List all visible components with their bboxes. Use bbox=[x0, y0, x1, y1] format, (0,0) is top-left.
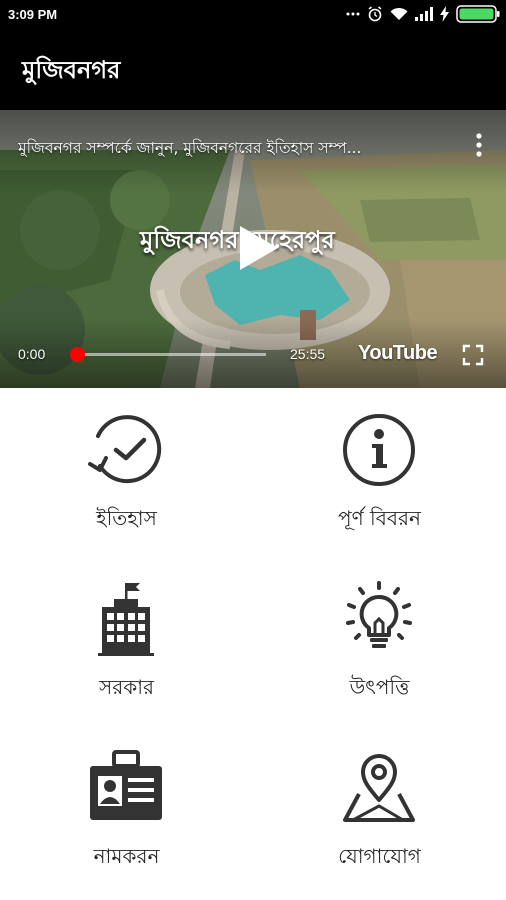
video-progress-knob[interactable] bbox=[70, 347, 85, 362]
signal-icon bbox=[415, 7, 433, 21]
video-progress-bar[interactable] bbox=[76, 353, 266, 356]
video-current-time: 0:00 bbox=[18, 346, 46, 362]
menu-grid: ইতিহাস পূর্ণ বিবরন সরকার উৎপত্তি নামকরন … bbox=[0, 388, 506, 895]
history-clock-icon bbox=[88, 415, 162, 484]
video-player[interactable]: মুজিবনগর সম্পর্কে জানুন, মুজিবনগরের ইতিহ… bbox=[0, 110, 506, 388]
youtube-logo[interactable]: YouTube bbox=[358, 342, 438, 365]
fullscreen-icon[interactable] bbox=[462, 344, 484, 366]
map-pin-icon bbox=[343, 754, 415, 822]
alarm-icon bbox=[368, 6, 382, 22]
info-icon bbox=[343, 414, 415, 486]
menu-item-government[interactable]: সরকার bbox=[0, 557, 253, 726]
play-icon[interactable] bbox=[232, 222, 282, 274]
video-title: মুজিবনগর সম্পর্কে জানুন, মুজিবনগরের ইতিহ… bbox=[18, 139, 362, 157]
menu-item-label: নামকরন bbox=[93, 844, 160, 868]
menu-item-label: পূর্ণ বিবরন bbox=[338, 506, 421, 530]
status-bar: 3:09 PM bbox=[0, 0, 506, 30]
video-total-time: 25:55 bbox=[290, 346, 326, 362]
more-dots-icon bbox=[346, 12, 360, 16]
menu-item-label: সরকার bbox=[98, 675, 154, 699]
id-card-icon bbox=[90, 750, 162, 820]
menu-item-contact[interactable]: যোগাযোগ bbox=[253, 726, 506, 895]
menu-item-full-description[interactable]: পূর্ণ বিবরন bbox=[253, 388, 506, 557]
status-icons bbox=[346, 5, 500, 23]
more-vert-icon[interactable] bbox=[470, 132, 488, 158]
app-bar: মুজিবনগর bbox=[0, 30, 506, 110]
menu-item-label: যোগাযোগ bbox=[338, 844, 421, 868]
menu-item-origin[interactable]: উৎপত্তি bbox=[253, 557, 506, 726]
status-time: 3:09 PM bbox=[8, 7, 58, 22]
wifi-icon bbox=[390, 7, 408, 20]
charging-icon bbox=[440, 6, 449, 22]
menu-item-label: উৎপত্তি bbox=[349, 675, 410, 699]
menu-item-history[interactable]: ইতিহাস bbox=[0, 388, 253, 557]
menu-item-label: ইতিহাস bbox=[96, 506, 157, 530]
menu-item-naming[interactable]: নামকরন bbox=[0, 726, 253, 895]
government-building-icon bbox=[98, 583, 154, 656]
battery-icon bbox=[456, 5, 500, 23]
lightbulb-icon bbox=[346, 581, 412, 648]
app-title: মুজিবনগর bbox=[22, 56, 121, 84]
